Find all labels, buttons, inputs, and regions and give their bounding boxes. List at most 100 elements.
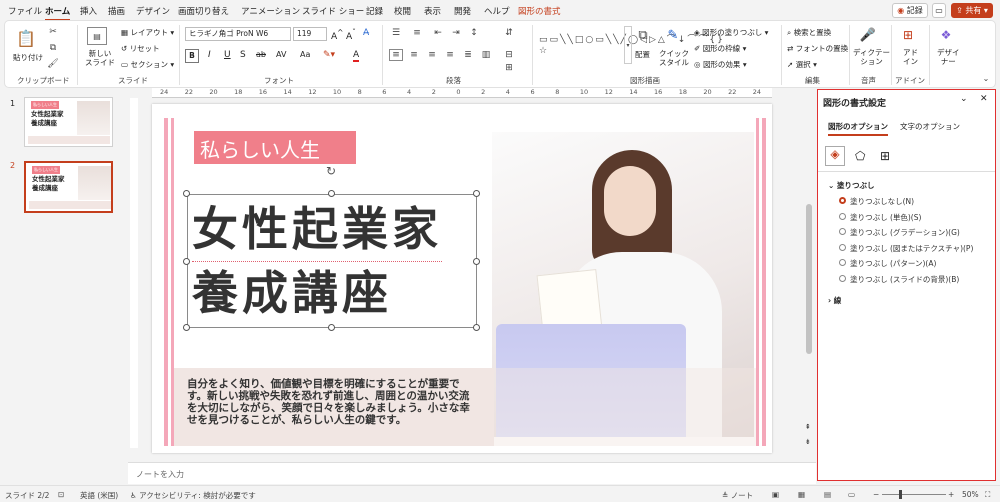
tab-insert[interactable]: 挿入	[80, 5, 97, 17]
align-center-icon[interactable]: ≡	[407, 49, 421, 61]
find-button[interactable]: ⌕ 検索と置換	[787, 27, 831, 38]
close-icon[interactable]: ✕	[980, 94, 988, 104]
tab-home[interactable]: ホーム	[45, 5, 71, 21]
tab-animations[interactable]: アニメーション	[241, 5, 300, 17]
slide-thumbnail-2[interactable]: 私らしい人生 女性起業家 養成講座	[24, 161, 113, 213]
shadow-button[interactable]: S	[240, 50, 246, 60]
line-section-header[interactable]: › 線	[828, 295, 841, 306]
cut-icon[interactable]: ✂	[47, 26, 59, 38]
fill-section-header[interactable]: ⌄ 塗りつぶし	[828, 180, 874, 191]
section-button[interactable]: ▭ セクション ▾	[121, 59, 174, 70]
format-painter-icon[interactable]: 🖌	[47, 58, 59, 70]
resize-handle-s[interactable]	[328, 324, 335, 331]
fill-option-radio[interactable]	[839, 243, 846, 251]
size-properties-icon[interactable]: ⊞	[880, 149, 890, 163]
tab-view[interactable]: 表示	[424, 5, 441, 17]
tab-review[interactable]: 校閲	[394, 5, 411, 17]
strikethrough-button[interactable]: ab	[256, 50, 266, 59]
italic-button[interactable]: I	[208, 50, 211, 60]
arrange-icon[interactable]: ⧉	[635, 27, 651, 43]
distribute-icon[interactable]: ≣	[461, 49, 475, 61]
increase-indent-icon[interactable]: ⇥	[449, 27, 463, 39]
arrange-button[interactable]: 配置	[635, 49, 650, 60]
new-slide-icon[interactable]: ▤	[87, 27, 107, 45]
tab-draw[interactable]: 描画	[108, 5, 125, 17]
text-direction-icon[interactable]: ⇵	[502, 27, 516, 39]
microphone-icon[interactable]: 🎤	[860, 26, 876, 44]
shape-fill-button[interactable]: ◈ 図形の塗りつぶし ▾	[694, 27, 768, 38]
body-text[interactable]: 自分をよく知り、価値観や目標を明確にすることが重要です。新しい挑戦や失敗を恐れず…	[187, 378, 477, 426]
resize-handle-e[interactable]	[473, 258, 480, 265]
zoom-slider[interactable]	[882, 490, 946, 499]
zoom-level[interactable]: 50%	[962, 490, 979, 499]
record-button[interactable]: ◉ 記録	[892, 3, 928, 18]
grow-font-button[interactable]: A^	[331, 28, 343, 42]
prev-slide-icon[interactable]: ⇞	[805, 423, 811, 431]
underline-button[interactable]: U	[224, 50, 231, 60]
columns-icon[interactable]: ▥	[479, 49, 493, 61]
subtitle-badge[interactable]: 私らしい人生	[194, 131, 356, 164]
fill-option-label[interactable]: 塗りつぶし (単色)(S)	[850, 212, 921, 223]
clear-format-button[interactable]: A̶	[363, 28, 369, 38]
title-textbox[interactable]: 女性起業家 養成講座	[187, 194, 477, 328]
zoom-out-icon[interactable]: −	[873, 490, 879, 499]
normal-view-icon[interactable]: ▣	[772, 490, 779, 499]
rotate-handle-icon[interactable]: ↻	[326, 164, 336, 178]
align-left-icon[interactable]: ≡	[389, 49, 403, 61]
reading-view-icon[interactable]: ▤	[824, 490, 831, 499]
tab-design[interactable]: デザイン	[136, 5, 170, 17]
language-status[interactable]: 英語 (米国)	[80, 490, 118, 501]
quick-style-icon[interactable]: ✎	[665, 27, 681, 43]
shape-outline-button[interactable]: ✐ 図形の枠線 ▾	[694, 43, 746, 54]
paste-button[interactable]: 貼り付け	[13, 52, 43, 63]
fill-option-radio[interactable]	[839, 228, 846, 235]
resize-handle-sw[interactable]	[183, 324, 190, 331]
slide-sorter-icon[interactable]: ▦	[798, 490, 805, 499]
notes-toggle-button[interactable]: ≜ ノート	[722, 490, 753, 501]
font-color-button[interactable]: A	[353, 50, 360, 62]
tab-record[interactable]: 記録	[366, 5, 383, 17]
paste-icon[interactable]: 📋	[15, 27, 37, 49]
justify-icon[interactable]: ≡	[443, 49, 457, 61]
fill-option-radio[interactable]	[839, 259, 846, 266]
addins-icon[interactable]: ⊞	[899, 26, 917, 44]
decrease-indent-icon[interactable]: ⇤	[431, 27, 445, 39]
line-spacing-icon[interactable]: ↕	[467, 27, 481, 39]
fill-option-label[interactable]: 塗りつぶし (パターン)(A)	[850, 258, 936, 269]
smartart-icon[interactable]: ⊞	[502, 63, 516, 73]
layout-button[interactable]: ▦ レイアウト ▾	[121, 27, 174, 38]
tab-shape-format[interactable]: 図形の書式	[518, 5, 561, 17]
designer-button[interactable]: デザイ ナー	[937, 48, 960, 66]
copy-icon[interactable]: ⧉	[47, 42, 59, 54]
fill-option-label[interactable]: 塗りつぶし (スライドの背景)(B)	[850, 274, 959, 285]
share-button[interactable]: ⇪ 共有 ▾	[951, 3, 993, 18]
align-text-icon[interactable]: ⊟	[502, 49, 516, 61]
shapes-gallery[interactable]: ▭▭╲╲□○▭╲╲╱◯◁▷△⌒↓⌒⌒{}☆	[539, 26, 723, 66]
tab-slideshow[interactable]: スライド ショー	[302, 5, 364, 17]
font-size-select[interactable]: 119	[293, 27, 327, 41]
tab-shape-options[interactable]: 図形のオプション	[828, 121, 888, 136]
bold-button[interactable]: B	[185, 49, 199, 63]
reset-button[interactable]: ↺ リセット	[121, 43, 160, 54]
tab-transitions[interactable]: 画面切り替え	[178, 5, 229, 17]
tab-developer[interactable]: 開発	[454, 5, 471, 17]
font-name-select[interactable]: ヒラギノ角ゴ ProN W6	[185, 27, 291, 41]
next-slide-icon[interactable]: ⇟	[805, 438, 811, 446]
new-slide-button[interactable]: 新しい スライド	[85, 49, 115, 67]
pane-options-chevron-icon[interactable]: ⌄	[960, 94, 968, 104]
char-spacing-button[interactable]: AV	[276, 50, 286, 59]
spell-check-icon[interactable]: ⊡	[58, 490, 64, 499]
notes-pane[interactable]: ノートを入力	[128, 462, 816, 484]
fill-option-label[interactable]: 塗りつぶし (グラデーション)(G)	[850, 227, 960, 238]
numbering-icon[interactable]: ≡	[410, 27, 424, 39]
shrink-font-button[interactable]: Aˇ	[346, 28, 356, 42]
fill-option-label[interactable]: 塗りつぶし (図またはテクスチャ)(P)	[850, 243, 973, 254]
change-case-button[interactable]: Aa	[300, 50, 310, 59]
vertical-scrollbar[interactable]: ⇞ ⇟	[804, 98, 814, 460]
slide-thumbnail-1[interactable]: 私らしい人生 女性起業家 養成講座	[24, 97, 113, 147]
resize-handle-se[interactable]	[473, 324, 480, 331]
accessibility-status[interactable]: ♿ アクセシビリティ: 検討が必要です	[130, 490, 256, 501]
designer-icon[interactable]: ❖	[937, 26, 955, 44]
slide-canvas[interactable]: 私らしい人生 女性起業家 養成講座 ↻ 自分をよく知り、価値観や目標を明確にする…	[152, 104, 772, 453]
align-right-icon[interactable]: ≡	[425, 49, 439, 61]
